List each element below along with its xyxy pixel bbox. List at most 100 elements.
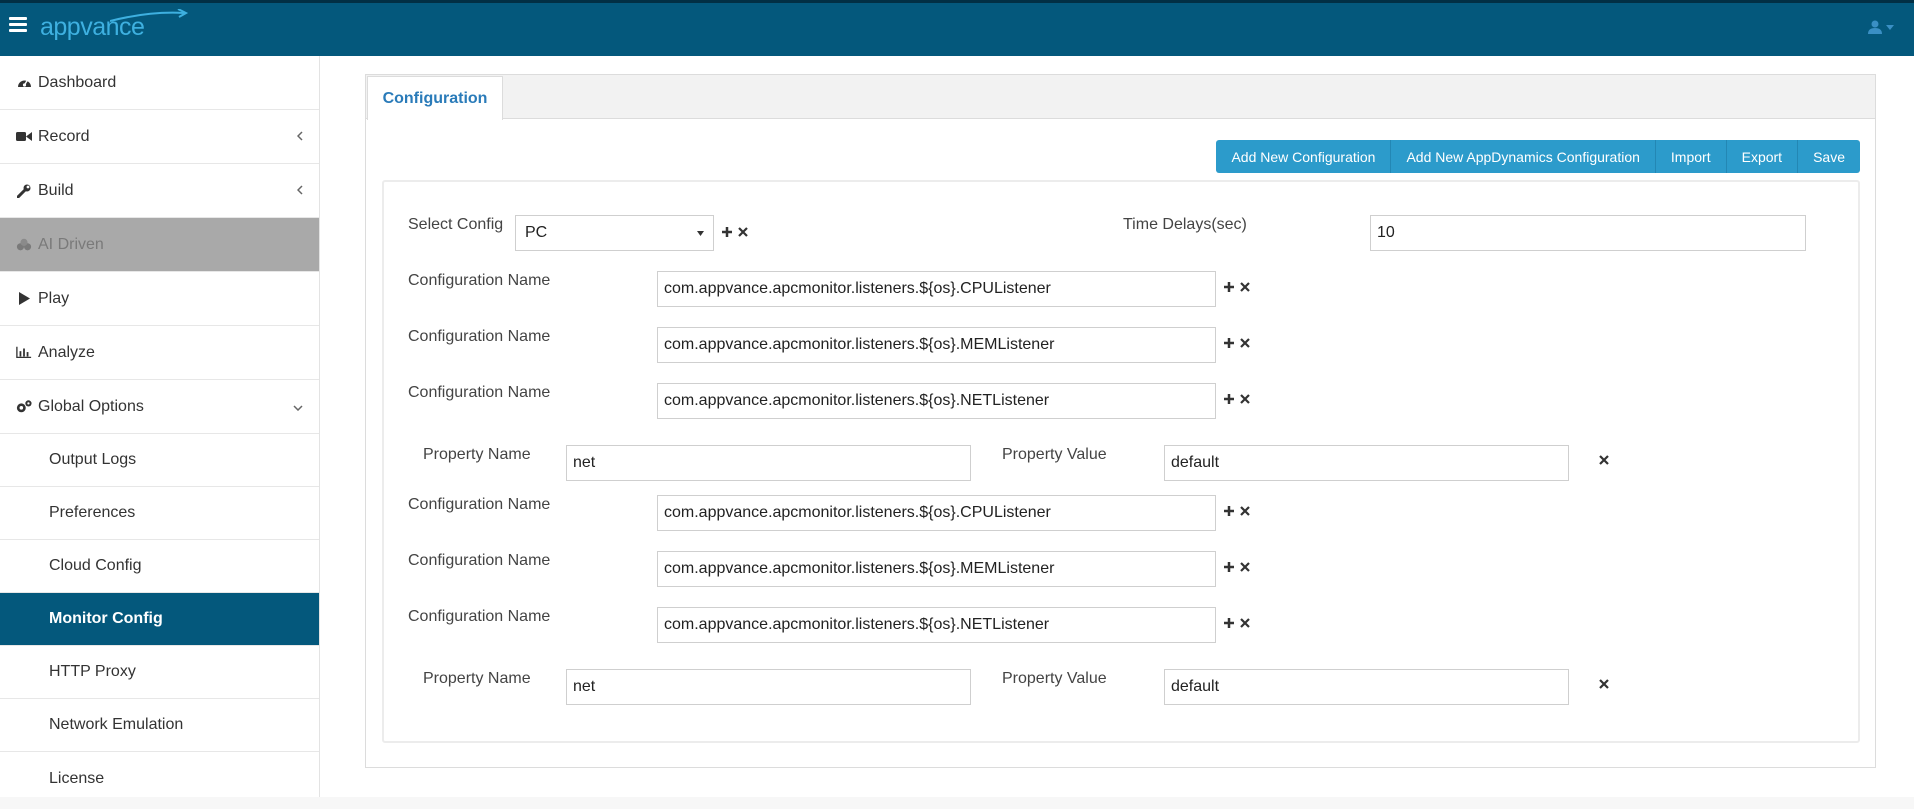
user-menu[interactable] xyxy=(1868,20,1894,34)
chevron-down-icon xyxy=(293,398,303,416)
tab-bar: Configuration xyxy=(366,75,1875,120)
plus-icon[interactable] xyxy=(1222,336,1236,350)
close-icon[interactable] xyxy=(1238,560,1252,574)
sidebar-item-play[interactable]: Play xyxy=(0,272,319,326)
sidebar-item-record[interactable]: Record xyxy=(0,110,319,164)
sidebar-item-label: AI Driven xyxy=(38,235,104,253)
property-value-label: Property Value xyxy=(1002,446,1107,463)
sidebar-subitem-label: Cloud Config xyxy=(49,557,142,574)
tab-configuration[interactable]: Configuration xyxy=(367,76,503,120)
select-config-dropdown[interactable]: PC xyxy=(515,215,714,251)
cubes-icon xyxy=(16,237,32,253)
action-button-group: Add New Configuration Add New AppDynamic… xyxy=(1216,140,1860,173)
select-config-actions xyxy=(720,225,750,239)
sidebar-subitem-network-emulation[interactable]: Network Emulation xyxy=(0,699,319,752)
sidebar-subitem-label: License xyxy=(49,769,105,787)
configuration-name-label: Configuration Name xyxy=(408,552,551,569)
top-navbar: appvance xyxy=(0,0,1914,56)
chevron-left-icon xyxy=(296,128,303,146)
close-icon[interactable] xyxy=(1238,504,1252,518)
configuration-row-actions xyxy=(1222,560,1252,574)
bottom-strip xyxy=(0,797,1914,809)
close-icon[interactable] xyxy=(736,225,750,239)
export-button[interactable]: Export xyxy=(1726,140,1799,173)
appvance-logo[interactable]: appvance xyxy=(40,9,189,41)
sidebar-subitem-output-logs[interactable]: Output Logs xyxy=(0,434,319,487)
sidebar-item-ai-driven[interactable]: AI Driven xyxy=(0,218,319,272)
configuration-row-actions xyxy=(1222,392,1252,406)
save-button[interactable]: Save xyxy=(1798,140,1860,173)
sidebar-item-global-options[interactable]: Global Options xyxy=(0,380,319,434)
dashboard-icon xyxy=(16,75,32,91)
sidebar-item-build[interactable]: Build xyxy=(0,164,319,218)
close-icon[interactable] xyxy=(1238,280,1252,294)
plus-icon[interactable] xyxy=(1222,392,1236,406)
add-new-configuration-button[interactable]: Add New Configuration xyxy=(1216,140,1392,173)
configuration-name-label: Configuration Name xyxy=(408,608,551,625)
caret-down-icon xyxy=(1886,24,1894,30)
sidebar-subitem-monitor-config[interactable]: Monitor Config xyxy=(0,593,319,646)
chevron-left-icon xyxy=(296,182,303,200)
plus-icon[interactable] xyxy=(720,225,734,239)
property-name-input[interactable]: net xyxy=(566,669,971,705)
sidebar: Dashboard Record Build AI Driven Play An… xyxy=(0,56,320,797)
configuration-row-actions xyxy=(1222,280,1252,294)
property-name-label: Property Name xyxy=(423,670,531,687)
video-camera-icon xyxy=(16,129,32,145)
sidebar-subitem-label: HTTP Proxy xyxy=(49,663,136,680)
configuration-panel: Configuration Add New Configuration Add … xyxy=(365,74,1876,768)
configuration-name-label: Configuration Name xyxy=(408,272,551,289)
configuration-name-input[interactable]: com.appvance.apcmonitor.listeners.${os}.… xyxy=(657,327,1216,363)
property-value-input[interactable]: default xyxy=(1164,669,1569,705)
plus-icon[interactable] xyxy=(1222,560,1236,574)
add-new-appdynamics-configuration-button[interactable]: Add New AppDynamics Configuration xyxy=(1391,140,1656,173)
close-icon[interactable] xyxy=(1238,392,1252,406)
sidebar-item-label: Dashboard xyxy=(38,73,117,91)
property-value-label: Property Value xyxy=(1002,670,1107,687)
configuration-form: Select Config PC Time Delays(sec) 10 Con… xyxy=(382,180,1860,743)
property-name-input[interactable]: net xyxy=(566,445,971,481)
property-value-input[interactable]: default xyxy=(1164,445,1569,481)
sidebar-subitem-http-proxy[interactable]: HTTP Proxy xyxy=(0,646,319,699)
sidebar-subitem-label: Output Logs xyxy=(49,451,137,468)
select-config-value: PC xyxy=(525,224,548,241)
plus-icon[interactable] xyxy=(1222,280,1236,294)
sidebar-item-label: Record xyxy=(38,127,90,145)
select-config-label: Select Config xyxy=(408,216,504,233)
sidebar-subitem-preferences[interactable]: Preferences xyxy=(0,487,319,540)
play-icon xyxy=(16,291,32,307)
logo-arrow-icon xyxy=(110,9,189,22)
time-delays-label: Time Delays(sec) xyxy=(1123,216,1247,233)
configuration-name-label: Configuration Name xyxy=(408,328,551,345)
plus-icon[interactable] xyxy=(1222,504,1236,518)
close-icon[interactable] xyxy=(1238,616,1252,630)
sidebar-item-label: Analyze xyxy=(38,343,95,361)
close-icon[interactable] xyxy=(1597,453,1611,467)
sidebar-item-label: Play xyxy=(38,289,70,307)
sidebar-subitem-label: Preferences xyxy=(49,504,136,521)
sidebar-item-dashboard[interactable]: Dashboard xyxy=(0,56,319,110)
configuration-row-actions xyxy=(1222,336,1252,350)
configuration-name-input[interactable]: com.appvance.apcmonitor.listeners.${os}.… xyxy=(657,495,1216,531)
close-icon[interactable] xyxy=(1597,677,1611,691)
close-icon[interactable] xyxy=(1238,336,1252,350)
time-delays-input[interactable]: 10 xyxy=(1370,215,1806,251)
bar-chart-icon xyxy=(16,345,32,361)
configuration-name-input[interactable]: com.appvance.apcmonitor.listeners.${os}.… xyxy=(657,551,1216,587)
configuration-name-label: Configuration Name xyxy=(408,496,551,513)
configuration-name-input[interactable]: com.appvance.apcmonitor.listeners.${os}.… xyxy=(657,607,1216,643)
sidebar-subitem-cloud-config[interactable]: Cloud Config xyxy=(0,540,319,593)
sidebar-subitem-label: Network Emulation xyxy=(49,716,184,733)
property-row-actions xyxy=(1597,453,1611,467)
sidebar-item-analyze[interactable]: Analyze xyxy=(0,326,319,380)
caret-down-icon xyxy=(697,230,704,236)
import-button[interactable]: Import xyxy=(1655,140,1727,173)
configuration-row-actions xyxy=(1222,504,1252,518)
configuration-name-input[interactable]: com.appvance.apcmonitor.listeners.${os}.… xyxy=(657,271,1216,307)
plus-icon[interactable] xyxy=(1222,616,1236,630)
configuration-name-input[interactable]: com.appvance.apcmonitor.listeners.${os}.… xyxy=(657,383,1216,419)
configuration-name-label: Configuration Name xyxy=(408,384,551,401)
hamburger-menu-icon[interactable] xyxy=(9,17,27,33)
gears-icon xyxy=(16,399,32,415)
sidebar-item-label: Build xyxy=(38,181,74,199)
